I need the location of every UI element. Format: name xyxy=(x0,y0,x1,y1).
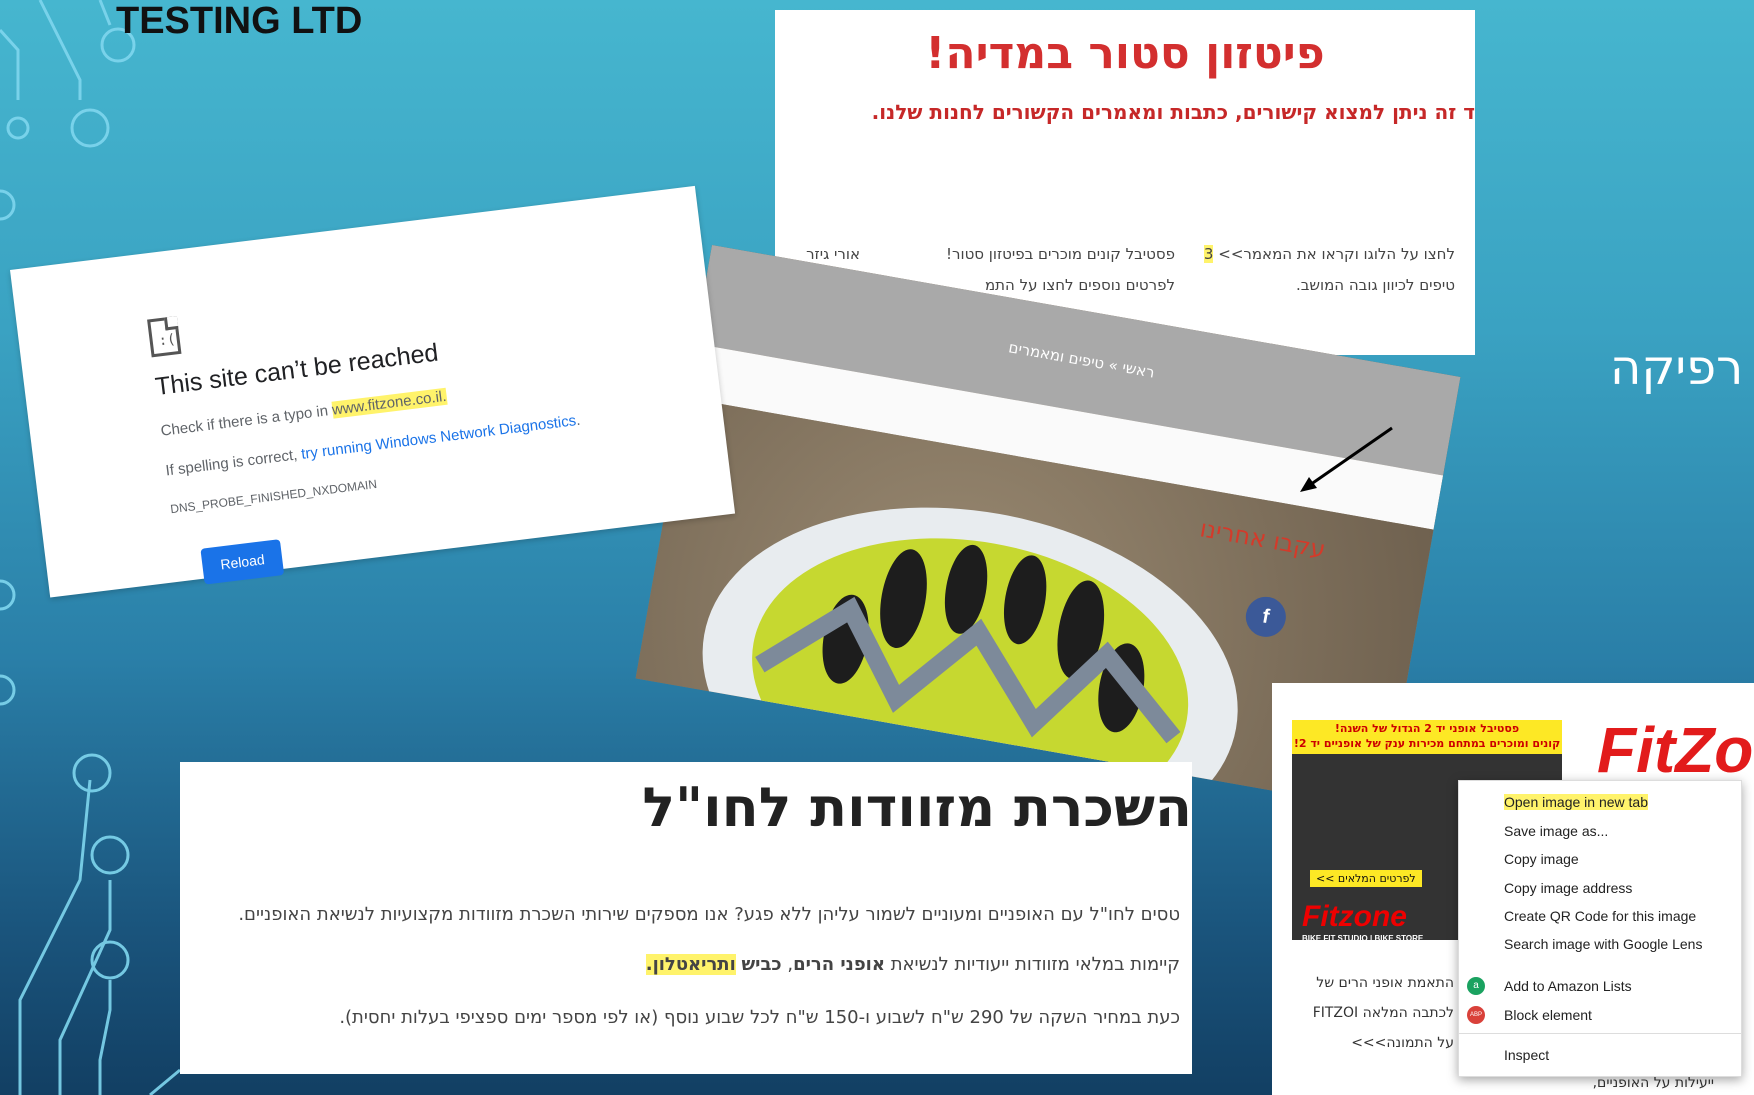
menu-amazon-lists[interactable]: Add to Amazon Lists xyxy=(1504,978,1632,994)
menu-save-image[interactable]: Save image as... xyxy=(1504,823,1608,839)
luggage-types: קיימות במלאי מזוודות ייעודיות לנשיאת אופ… xyxy=(645,954,1180,975)
store-subtitle: ד זה ניתן למצוא קישורים, כתבות ומאמרים ה… xyxy=(871,100,1475,124)
ad-logo-text: Fitzone xyxy=(1302,900,1407,933)
slide-company-title: TESTING LTD xyxy=(116,0,363,42)
article-caption: טיפים לכיוון גובה המושב. xyxy=(1295,276,1455,294)
menu-google-lens[interactable]: Search image with Google Lens xyxy=(1504,936,1702,952)
types-prefix: קיימות במלאי מזוודות ייעודיות לנשיאת xyxy=(884,954,1180,975)
store-title: פיטזון סטור במדיה! xyxy=(925,28,1325,79)
diagnostics-link[interactable]: try running Windows Network Diagnostics xyxy=(300,412,577,463)
article-line-4: ייעילות על האופניים, xyxy=(1592,1075,1714,1091)
type-road: כביש xyxy=(741,954,782,975)
article-line-3[interactable]: על התמונה>>> xyxy=(1351,1035,1454,1051)
types-separator: , xyxy=(781,954,794,975)
menu-copy-image[interactable]: Copy image xyxy=(1504,851,1579,867)
article-number-highlight: 3 xyxy=(1203,245,1214,263)
type-mtb: אופני הרים xyxy=(793,954,885,975)
diagnostics-hint-suffix: . xyxy=(575,411,582,430)
luggage-title: השכרת מזוודות לחו"ל xyxy=(642,776,1192,839)
menu-copy-address[interactable]: Copy image address xyxy=(1504,880,1632,896)
slide-side-text: רפיקה xyxy=(1610,340,1744,396)
arrow-annotation-icon xyxy=(1300,426,1393,492)
ad-subline: קונים ומוכרים במתחם מכירות ענק של אופניי… xyxy=(1293,737,1561,750)
menu-block-element[interactable]: Block element xyxy=(1504,1007,1592,1023)
diagnostics-hint-text: If spelling is correct, xyxy=(164,445,303,480)
ad-details-button[interactable]: לפרטים המלאים >> xyxy=(1310,870,1422,887)
amazon-icon: a xyxy=(1467,977,1485,995)
typo-hint-text: Check if there is a typo in xyxy=(159,401,334,440)
error-code: DNS_PROBE_FINISHED_NXDOMAIN xyxy=(169,476,378,517)
festival-caption: פסטיבל קונים מוכרים בפיטזון סטור! xyxy=(946,245,1175,263)
context-menu-screenshot: פסטיבל אופני יד 2 הגדול של השנה! קונים ו… xyxy=(1272,683,1754,1095)
menu-inspect[interactable]: Inspect xyxy=(1504,1047,1549,1063)
ad-banner: פסטיבל אופני יד 2 הגדול של השנה! קונים ו… xyxy=(1292,720,1562,754)
error-heading: This site can’t be reached xyxy=(153,338,440,402)
luggage-intro: טסים לחו"ל עם האופניים ומעוניים לשמור על… xyxy=(238,904,1180,925)
article-link-text: לחצו על הלוגו וקראו את המאמר>> xyxy=(1218,245,1455,263)
article-line-1: התאמת אופני הרים של xyxy=(1316,975,1454,991)
error-domain: www.fitzone.co.il. xyxy=(331,387,448,419)
context-menu: Open image in new tab Save image as... C… xyxy=(1458,780,1742,1077)
menu-open-new-tab[interactable]: Open image in new tab xyxy=(1504,794,1648,810)
article-link-line[interactable]: לחצו על הלוגו וקראו את המאמר>> 3 xyxy=(1155,245,1455,263)
fitzone-brand-logo: FitZo xyxy=(1597,714,1754,786)
sad-page-icon: :( xyxy=(147,316,182,358)
type-triathlon: ותריאטלון. xyxy=(645,954,736,975)
luggage-rental-screenshot: השכרת מזוודות לחו"ל טסים לחו"ל עם האופני… xyxy=(180,762,1192,1074)
luggage-price: כעת במחיר השקה של 290 ש"ח לשבוע ו-150 ש"… xyxy=(339,1007,1180,1028)
adblock-icon: ABP xyxy=(1467,1006,1485,1024)
menu-qr-code[interactable]: Create QR Code for this image xyxy=(1504,908,1696,924)
ad-fitzone-logo: Fitzone BIKE FIT STUDIO | BIKE STORE xyxy=(1302,900,1423,943)
menu-divider xyxy=(1459,1033,1741,1034)
ad-logo-tagline: BIKE FIT STUDIO | BIKE STORE xyxy=(1302,934,1424,943)
breadcrumb[interactable]: ראשי » טיפים ומאמרים xyxy=(1007,338,1156,381)
article-line-2: לכתבה המלאה FITZOI xyxy=(1312,1005,1454,1021)
ad-headline: פסטיבל אופני יד 2 הגדול של השנה! xyxy=(1334,722,1520,735)
